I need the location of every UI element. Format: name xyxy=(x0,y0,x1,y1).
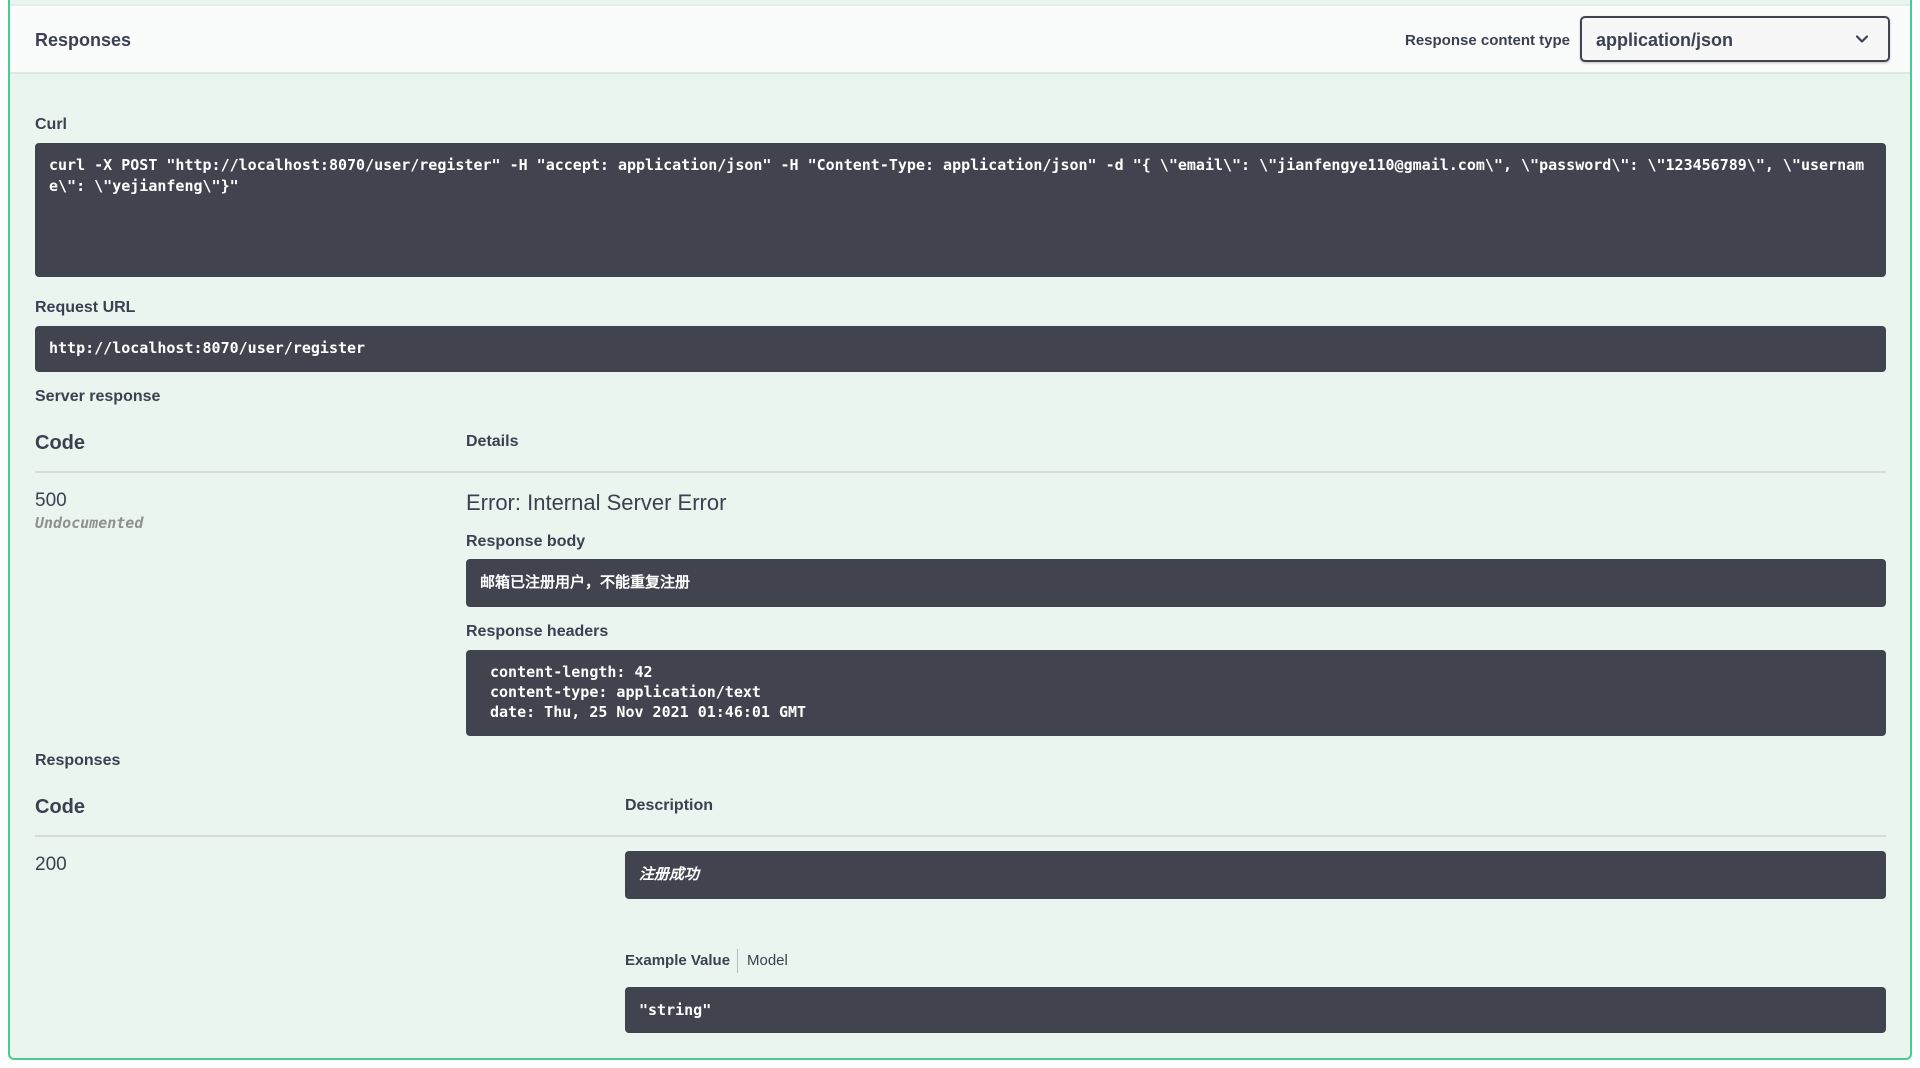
response-panel: Responses Response content type applicat… xyxy=(8,0,1912,1060)
response-body-label: Response body xyxy=(466,533,586,550)
response-content-type-select[interactable]: application/json xyxy=(1580,16,1890,62)
tab-example-value[interactable]: Example Value xyxy=(625,952,730,969)
curl-code-block[interactable]: curl -X POST "http://localhost:8070/user… xyxy=(35,143,1886,277)
responses-code-header: Code xyxy=(35,796,85,818)
tab-separator xyxy=(737,949,738,973)
response-content-type-label: Response content type xyxy=(1405,32,1571,49)
response-header-line: content-type: application/text xyxy=(490,683,761,701)
server-response-label: Server response xyxy=(35,388,161,405)
curl-label: Curl xyxy=(35,116,67,133)
request-url-value: http://localhost:8070/user/register xyxy=(49,339,366,357)
server-response-details-header: Details xyxy=(466,433,519,450)
curl-command: curl -X POST "http://localhost:8070/user… xyxy=(49,156,1865,195)
response-headers-block[interactable]: content-length: 42 content-type: applica… xyxy=(466,650,1886,736)
responses-header-title: Responses xyxy=(35,30,132,50)
server-response-divider xyxy=(35,471,1886,473)
response-header-line: content-length: 42 xyxy=(490,663,653,681)
server-response-code: 500 xyxy=(35,490,67,511)
response-body-block[interactable]: 邮箱已注册用户，不能重复注册 xyxy=(466,559,1886,607)
request-url-block[interactable]: http://localhost:8070/user/register xyxy=(35,326,1886,372)
response-body-value: 邮箱已注册用户，不能重复注册 xyxy=(480,573,691,591)
request-url-label: Request URL xyxy=(35,299,136,316)
server-response-error-title: Error: Internal Server Error xyxy=(466,490,727,515)
responses-description-header: Description xyxy=(625,797,714,814)
responses-label: Responses xyxy=(35,752,121,769)
responses-description-block: 注册成功 xyxy=(625,851,1886,899)
chevron-down-icon xyxy=(1855,35,1869,43)
responses-code: 200 xyxy=(35,854,67,875)
example-value: "string" xyxy=(639,1001,712,1019)
response-content-type-value: application/json xyxy=(1596,30,1734,50)
response-headers-label: Response headers xyxy=(466,623,609,640)
responses-description-value: 注册成功 xyxy=(639,865,700,883)
response-header-line: date: Thu, 25 Nov 2021 01:46:01 GMT xyxy=(490,703,807,721)
tab-model[interactable]: Model xyxy=(747,952,788,969)
responses-divider xyxy=(35,835,1886,837)
server-response-code-header: Code xyxy=(35,432,85,454)
responses-header-bar: Responses Response content type applicat… xyxy=(10,4,1910,74)
example-value-block[interactable]: "string" xyxy=(625,987,1886,1033)
server-response-code-note: Undocumented xyxy=(35,514,144,532)
